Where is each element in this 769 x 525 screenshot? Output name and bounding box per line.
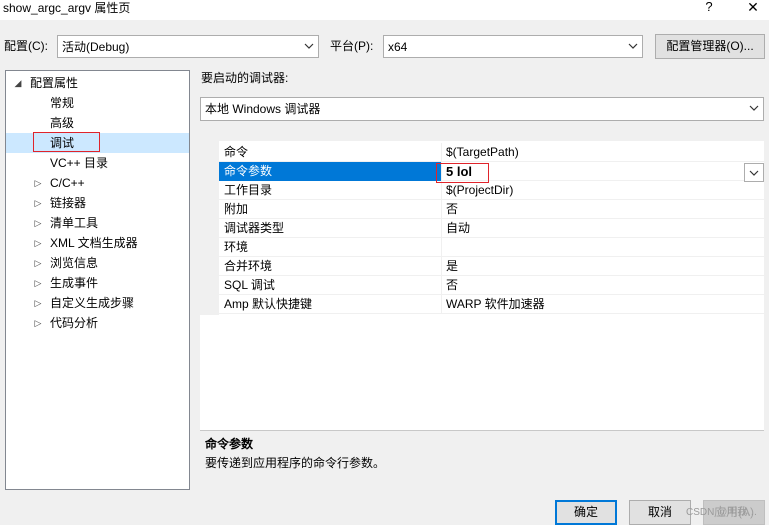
tree-item-label: 自定义生成步骤 [50, 296, 135, 310]
window-title: show_argc_argv 属性页 [3, 1, 131, 15]
property-name: 调试器类型 [224, 221, 285, 235]
command-arguments-dropdown-button[interactable] [744, 163, 764, 182]
property-name: 命令参数 [224, 164, 273, 178]
property-row-merge-environment[interactable]: 合并环境 是 [219, 257, 764, 276]
property-name: 工作目录 [224, 183, 273, 197]
config-value: 活动(Debug) [62, 40, 130, 54]
tree-item-linker[interactable]: ▷ 链接器 [6, 193, 189, 213]
property-row-debugger-type[interactable]: 调试器类型 自动 [219, 219, 764, 238]
expand-triangle-icon[interactable]: ▷ [32, 233, 44, 253]
tree-item-advanced[interactable]: 高级 [6, 113, 189, 133]
tree-item-label: 清单工具 [50, 216, 99, 230]
config-dropdown[interactable]: 活动(Debug) [57, 35, 319, 58]
tree-item-label: 高级 [50, 116, 75, 130]
tree-item-label: 链接器 [50, 196, 87, 210]
tree-root-label: 配置属性 [30, 76, 79, 90]
debugger-dropdown[interactable]: 本地 Windows 调试器 [200, 97, 764, 121]
chevron-down-icon [749, 170, 759, 176]
tree-item-label: 生成事件 [50, 276, 99, 290]
platform-dropdown[interactable]: x64 [383, 35, 643, 58]
column-divider [441, 219, 442, 238]
column-divider [441, 143, 442, 162]
expand-triangle-icon[interactable]: ▷ [32, 173, 44, 193]
cancel-button[interactable]: 取消 [629, 500, 691, 525]
tree-item-vc-directories[interactable]: VC++ 目录 [6, 153, 189, 173]
column-divider [441, 181, 442, 200]
expand-triangle-icon[interactable]: ▷ [32, 313, 44, 333]
property-value[interactable]: 否 [446, 276, 458, 295]
column-divider [441, 238, 442, 257]
platform-value: x64 [388, 40, 408, 54]
tree-item-label: 常规 [50, 96, 75, 110]
collapse-triangle-icon[interactable]: ◢ [12, 73, 24, 93]
property-name: 命令 [224, 145, 249, 159]
tree-item-label: VC++ 目录 [50, 156, 109, 170]
property-grid: 命令 $(TargetPath) 命令参数 5 lol 工作目录 $(Proje… [200, 141, 764, 430]
expand-triangle-icon[interactable]: ▷ [32, 253, 44, 273]
tree-highlight-annotation [33, 132, 100, 152]
grid-gutter [200, 141, 219, 315]
property-row-attach[interactable]: 附加 否 [219, 200, 764, 219]
chevron-down-icon [749, 105, 759, 111]
tree-item-custom-build-step[interactable]: ▷ 自定义生成步骤 [6, 293, 189, 313]
property-name: SQL 调试 [224, 278, 275, 292]
column-divider [441, 200, 442, 219]
property-row-working-directory[interactable]: 工作目录 $(ProjectDir) [219, 181, 764, 200]
column-divider [441, 295, 442, 314]
debugger-value: 本地 Windows 调试器 [205, 102, 321, 116]
tree-item-general[interactable]: 常规 [6, 93, 189, 113]
property-value[interactable]: $(ProjectDir) [446, 181, 513, 200]
property-name: Amp 默认快捷键 [224, 297, 313, 311]
expand-triangle-icon[interactable]: ▷ [32, 273, 44, 293]
tree-item-label: C/C++ [50, 176, 85, 190]
expand-triangle-icon[interactable]: ▷ [32, 213, 44, 233]
platform-label: 平台(P): [330, 39, 374, 53]
description-title: 命令参数 [205, 437, 254, 451]
property-row-sql-debugging[interactable]: SQL 调试 否 [219, 276, 764, 295]
property-value[interactable]: 是 [446, 257, 458, 276]
property-row-environment[interactable]: 环境 [219, 238, 764, 257]
property-value[interactable]: 否 [446, 200, 458, 219]
property-name: 合并环境 [224, 259, 273, 273]
config-label: 配置(C): [4, 39, 48, 53]
debugger-label: 要启动的调试器: [201, 71, 289, 85]
expand-triangle-icon[interactable]: ▷ [32, 293, 44, 313]
tree-item-label: 代码分析 [50, 316, 99, 330]
expand-triangle-icon[interactable]: ▷ [32, 193, 44, 213]
property-name: 附加 [224, 202, 249, 216]
description-pane: 命令参数 要传递到应用程序的命令行参数。 [200, 430, 764, 490]
property-value[interactable]: 自动 [446, 219, 470, 238]
column-divider [441, 276, 442, 295]
tree-item-build-events[interactable]: ▷ 生成事件 [6, 273, 189, 293]
tree-item-xml-doc-generator[interactable]: ▷ XML 文档生成器 [6, 233, 189, 253]
chevron-down-icon [628, 43, 638, 49]
tree-item-manifest-tool[interactable]: ▷ 清单工具 [6, 213, 189, 233]
tree-item-browse-info[interactable]: ▷ 浏览信息 [6, 253, 189, 273]
chevron-down-icon [304, 43, 314, 49]
property-row-amp-default-accelerator[interactable]: Amp 默认快捷键 WARP 软件加速器 [219, 295, 764, 314]
tree-item-label: XML 文档生成器 [50, 236, 138, 250]
column-divider [441, 257, 442, 276]
close-button[interactable]: ✕ [744, 0, 762, 16]
watermark: CSDN @叫我… [686, 507, 758, 518]
tree-root-config-properties[interactable]: ◢ 配置属性 [6, 73, 189, 93]
property-value[interactable]: $(TargetPath) [446, 143, 519, 162]
property-row-command[interactable]: 命令 $(TargetPath) [219, 143, 764, 162]
tree-item-c-cpp[interactable]: ▷ C/C++ [6, 173, 189, 193]
property-name: 环境 [224, 240, 249, 254]
title-bar: show_argc_argv 属性页 ? ✕ [0, 0, 769, 20]
config-manager-button[interactable]: 配置管理器(O)... [655, 34, 765, 59]
property-row-command-arguments[interactable]: 命令参数 5 lol [219, 162, 764, 181]
tree-item-label: 浏览信息 [50, 256, 99, 270]
description-text: 要传递到应用程序的命令行参数。 [205, 456, 386, 470]
ok-button[interactable]: 确定 [555, 500, 617, 525]
value-highlight-annotation [436, 163, 489, 183]
help-button[interactable]: ? [700, 0, 718, 16]
property-value[interactable]: WARP 软件加速器 [446, 295, 545, 314]
tree-item-code-analysis[interactable]: ▷ 代码分析 [6, 313, 189, 333]
